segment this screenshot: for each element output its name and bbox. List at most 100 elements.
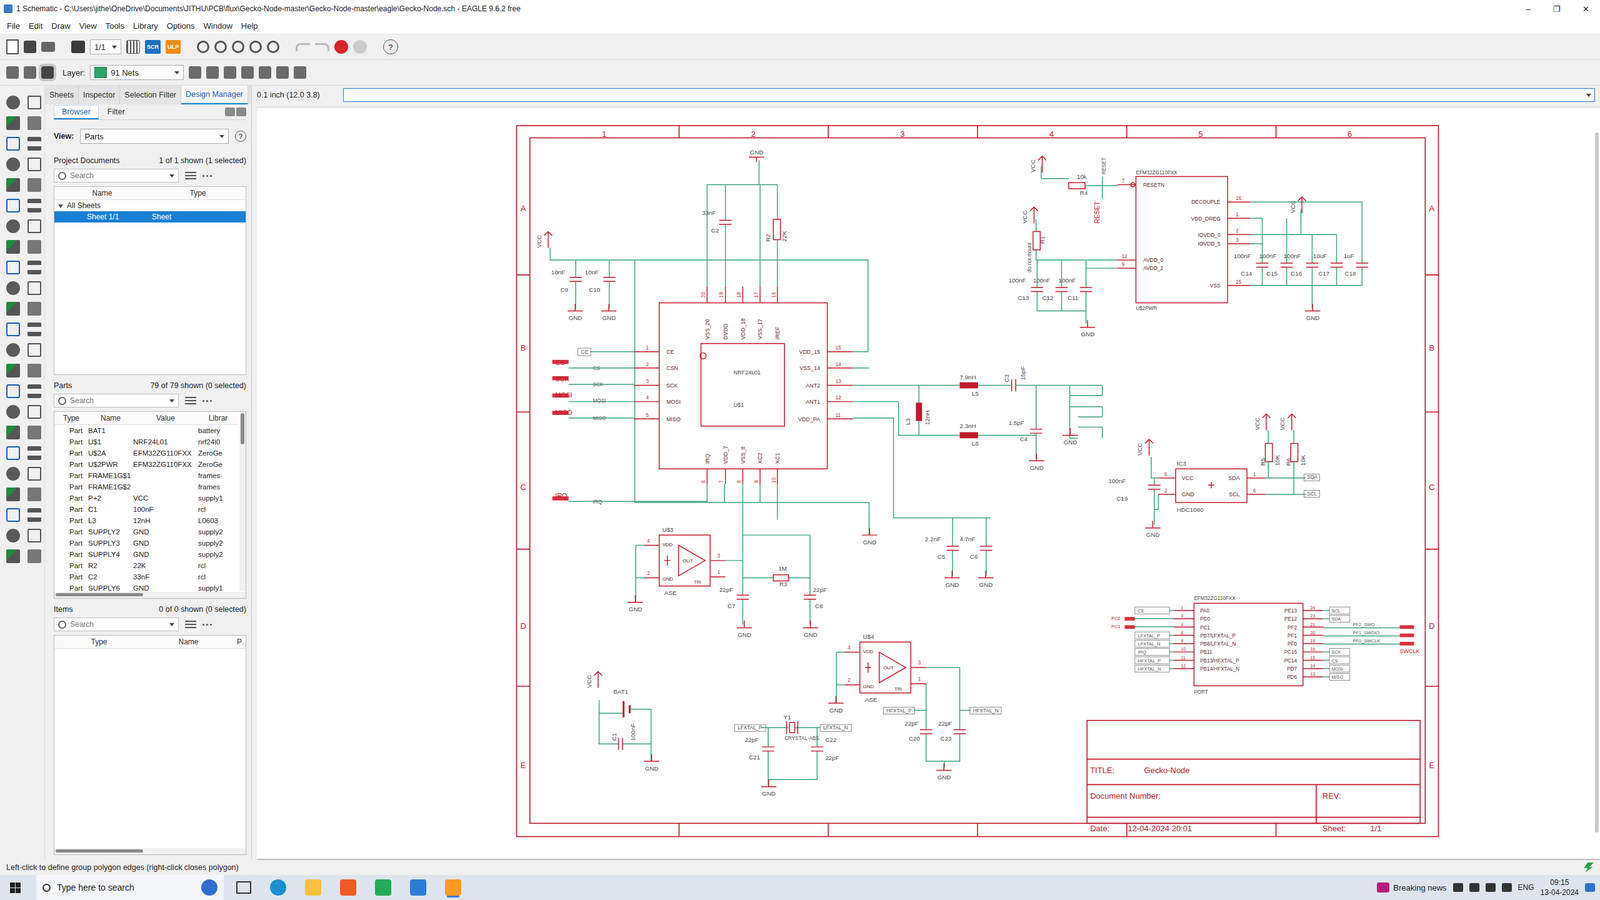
zoom-icon[interactable] (266, 40, 280, 54)
capacitor-symbol[interactable] (618, 737, 624, 750)
nrf24l01-symbol[interactable]: NRF24L01U$11CE2CSN3SCK4MOSI5MISO15VDD_15… (633, 286, 853, 484)
schematic-label[interactable]: 22pF (825, 754, 839, 762)
crystal-symbol[interactable] (789, 722, 795, 733)
part-row[interactable]: PartSUPPLY3GNDsupply2 (54, 537, 239, 549)
command-tool-icon[interactable] (27, 95, 42, 110)
schematic-label[interactable]: C11 (1067, 294, 1079, 302)
mcu-power-symbol[interactable]: EFM32ZG110FXXU$2PWR7RESETN12AVDD_09AVDD_… (1117, 170, 1250, 312)
schematic-label[interactable]: IRQ (593, 499, 602, 505)
column-header[interactable]: Type (150, 188, 246, 198)
schematic-label[interactable]: VCC (1021, 210, 1029, 224)
schematic-label[interactable]: 10K (1299, 454, 1307, 466)
schematic-label[interactable]: MOSI (555, 391, 573, 399)
menu-item[interactable]: Library (128, 21, 163, 31)
command-tool-icon[interactable] (6, 136, 20, 151)
command-tool-icon[interactable] (6, 363, 20, 378)
schematic-label[interactable]: C17 (1318, 270, 1330, 277)
menu-item[interactable]: Edit (24, 21, 47, 31)
schematic-label[interactable]: C8 (815, 602, 823, 610)
schematic-label[interactable]: 100nF (1033, 276, 1051, 284)
part-row[interactable]: PartC1100nFrcl (54, 503, 239, 515)
search-icon[interactable] (236, 107, 247, 117)
sheet-select[interactable]: 1/1 (90, 39, 122, 55)
inductor-symbol[interactable] (960, 382, 979, 389)
capacitor-symbol[interactable] (1055, 287, 1069, 292)
schematic-label[interactable]: BAT1 (613, 688, 629, 695)
tray-chevron-icon[interactable] (1453, 883, 1464, 892)
tree-row[interactable]: All Sheets (54, 200, 246, 212)
schematic-label[interactable]: 1uF (1343, 252, 1355, 260)
wire-style-icon[interactable] (188, 66, 202, 79)
search-field[interactable]: Search (53, 393, 179, 408)
part-row[interactable]: PartC233nFrcl (54, 571, 239, 583)
wire-style-icon[interactable] (223, 66, 237, 79)
schematic-label[interactable]: C6 (970, 553, 978, 560)
inductor-symbol[interactable] (960, 432, 979, 439)
menu-item[interactable]: Tools (101, 21, 129, 31)
part-row[interactable]: PartP+2VCCsupply1 (54, 492, 239, 504)
schematic-label[interactable]: 10k (1076, 173, 1087, 180)
schematic-label[interactable]: 100nF (1283, 252, 1302, 260)
schematic-label[interactable]: L6 (971, 440, 979, 447)
schematic-label[interactable]: GND (945, 581, 960, 589)
more-icon[interactable] (202, 623, 212, 626)
capacitor-symbol[interactable] (1306, 263, 1319, 268)
column-header[interactable]: Name (54, 188, 150, 198)
schematic-label[interactable]: GND (829, 706, 844, 714)
schematic-label[interactable]: C10 (588, 286, 600, 294)
panel-tab[interactable]: Inspector (78, 85, 120, 105)
schematic-label[interactable]: R5 (1259, 457, 1267, 466)
schematic-label[interactable]: 22pF (938, 720, 952, 727)
capacitor-symbol[interactable] (953, 729, 967, 734)
command-tool-icon[interactable] (6, 219, 20, 234)
command-tool-icon[interactable] (6, 95, 20, 110)
schematic-label[interactable]: 100nF (1108, 477, 1126, 485)
schematic-label[interactable]: GND (645, 765, 659, 772)
schematic-label[interactable]: 100nF (1008, 276, 1027, 284)
brave-browser-icon[interactable] (340, 879, 357, 896)
command-tool-icon[interactable] (27, 178, 42, 192)
net-wire[interactable] (706, 160, 777, 287)
capacitor-symbol[interactable] (980, 546, 993, 551)
net-wire[interactable] (852, 368, 1102, 436)
windows-start-icon[interactable] (0, 882, 30, 894)
command-tool-icon[interactable] (27, 198, 42, 213)
schematic-label[interactable]: 100nF (1259, 252, 1277, 260)
browser-tab[interactable]: Browser (53, 105, 99, 120)
network-icon[interactable] (1469, 883, 1480, 892)
command-tool-icon[interactable] (6, 549, 20, 564)
schematic-label[interactable]: 100nF (1233, 252, 1252, 260)
edge-browser-icon[interactable] (270, 879, 287, 896)
view-help-button[interactable]: ? (235, 130, 247, 142)
layer-select[interactable]: 91 Nets (90, 65, 184, 80)
schematic-label[interactable]: GND (628, 605, 643, 613)
schematic-label[interactable]: VCC (585, 675, 593, 689)
menu-item[interactable]: File (2, 21, 25, 31)
zoom-icon[interactable] (231, 40, 245, 54)
column-header[interactable]: Value (133, 413, 199, 423)
battery-icon[interactable] (1501, 883, 1512, 892)
toolbar-tool-icon[interactable] (41, 66, 54, 79)
schematic-label[interactable]: L5 (971, 390, 979, 397)
net-wire[interactable] (761, 727, 821, 786)
part-row[interactable]: PartU$2PWREFM32ZG110FXXZeroGe (54, 458, 239, 470)
column-header[interactable]: P (233, 637, 246, 647)
command-tool-icon[interactable] (27, 363, 42, 378)
schematic-label[interactable]: GND (1063, 438, 1078, 446)
part-row[interactable]: PartFRAME1G$1frames (54, 470, 239, 482)
schematic-label[interactable]: SDA (1306, 474, 1318, 480)
list-view-icon[interactable] (185, 620, 197, 629)
capacitor-symbol[interactable] (803, 595, 817, 600)
part-row[interactable]: PartFRAME1G$2frames (54, 481, 239, 493)
schematic-label[interactable]: C3 (1003, 374, 1010, 382)
command-tool-icon[interactable] (27, 425, 42, 440)
schematic-label[interactable]: RESET (1093, 201, 1101, 224)
capacitor-symbol[interactable] (1330, 263, 1344, 268)
save-icon[interactable] (23, 40, 37, 54)
schematic-label[interactable]: GND (863, 538, 877, 546)
command-tool-icon[interactable] (6, 178, 20, 192)
stop-icon[interactable] (334, 40, 349, 54)
hdc1080-symbol[interactable]: IC3HDC10805VCC2GND1SDA6SCL (1158, 460, 1265, 513)
command-tool-icon[interactable] (6, 425, 20, 440)
schematic-label[interactable]: C14 (1240, 270, 1252, 277)
